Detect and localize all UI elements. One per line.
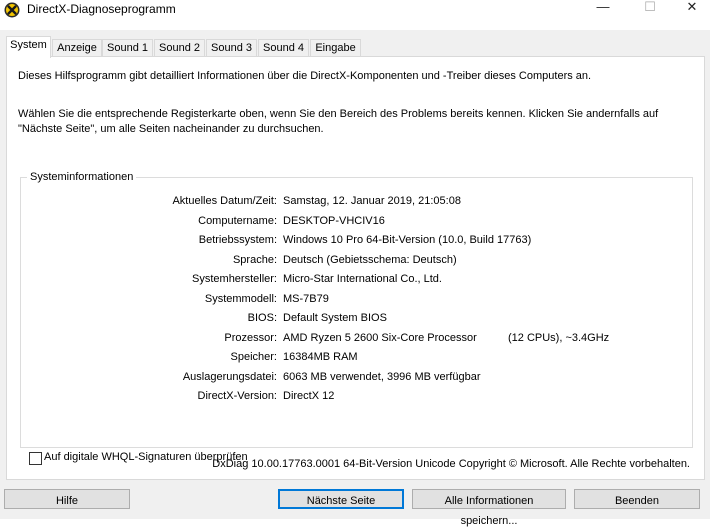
info-row-manufacturer: Systemhersteller: Micro-Star Internation… [21, 272, 681, 287]
info-row-memory: Speicher: 16384MB RAM [21, 350, 681, 365]
window-title: DirectX-Diagnoseprogramm [27, 2, 176, 16]
exit-button[interactable]: Beenden [574, 489, 700, 509]
info-row-date: Aktuelles Datum/Zeit: Samstag, 12. Janua… [21, 194, 681, 209]
info-label: Systemhersteller: [192, 273, 277, 285]
tab-sound-4[interactable]: Sound 4 [258, 39, 309, 56]
save-all-info-button[interactable]: Alle Informationen speichern... [412, 489, 566, 527]
minimize-button[interactable]: — [580, 0, 626, 18]
info-value: Micro-Star International Co., Ltd. [283, 273, 442, 285]
tab-sound-1[interactable]: Sound 1 [102, 39, 153, 56]
info-row-computername: Computername: DESKTOP-VHCIV16 [21, 214, 681, 229]
info-label: Auslagerungsdatei: [182, 371, 277, 383]
info-label: BIOS: [247, 312, 277, 324]
systeminformationen-group: Systeminformationen Aktuelles Datum/Zeit… [20, 170, 693, 448]
tab-system[interactable]: System [6, 36, 51, 58]
intro-text-1: Dieses Hilfsprogramm gibt detailliert In… [18, 70, 592, 82]
intro-text-2: Wählen Sie die entsprechende Registerkar… [18, 108, 659, 135]
info-row-model: Systemmodell: MS-7B79 [21, 292, 681, 307]
next-page-button[interactable]: Nächste Seite [278, 489, 404, 509]
info-value: Default System BIOS [283, 312, 387, 324]
directx-x-icon [4, 2, 20, 18]
tab-anzeige[interactable]: Anzeige [52, 39, 102, 56]
tab-eingabe[interactable]: Eingabe [310, 39, 361, 56]
info-label: Sprache: [232, 254, 277, 266]
info-value: DirectX 12 [283, 390, 335, 402]
tab-sound-2[interactable]: Sound 2 [154, 39, 205, 56]
info-label: Prozessor: [224, 332, 277, 344]
info-value: DESKTOP-VHCIV16 [283, 215, 385, 227]
info-value-cpus: (12 CPUs), ~3.4GHz [508, 332, 610, 344]
info-value: MS-7B79 [283, 293, 329, 305]
system-tab-panel: Dieses Hilfsprogramm gibt detailliert In… [6, 56, 705, 480]
maximize-button[interactable]: ☐ [627, 0, 673, 18]
info-row-pagefile: Auslagerungsdatei: 6063 MB verwendet, 39… [21, 370, 681, 385]
info-label: Systemmodell: [204, 293, 277, 305]
close-button[interactable]: ✕ [669, 0, 710, 18]
info-row-bios: BIOS: Default System BIOS [21, 311, 681, 326]
info-label: Speicher: [230, 351, 277, 363]
group-title: Systeminformationen [27, 170, 137, 185]
info-row-language: Sprache: Deutsch (Gebietsschema: Deutsch… [21, 253, 681, 268]
info-value: 16384MB RAM [283, 351, 358, 363]
info-value: 6063 MB verwendet, 3996 MB verfügbar [283, 371, 481, 383]
info-row-processor: Prozessor: AMD Ryzen 5 2600 Six-Core Pro… [21, 331, 681, 346]
info-row-directx: DirectX-Version: DirectX 12 [21, 389, 681, 404]
info-label: Computername: [198, 215, 277, 227]
help-button[interactable]: Hilfe [4, 489, 130, 509]
info-value: Deutsch (Gebietsschema: Deutsch) [283, 254, 457, 266]
info-label: DirectX-Version: [197, 390, 277, 402]
tab-sound-3[interactable]: Sound 3 [206, 39, 257, 56]
info-row-os: Betriebssystem: Windows 10 Pro 64-Bit-Ve… [21, 233, 681, 248]
copyright-footer: DxDiag 10.00.17763.0001 64-Bit-Version U… [212, 458, 690, 470]
dxdiag-window: System Anzeige Sound 1 Sound 2 Sound 3 S… [0, 30, 710, 527]
info-label: Betriebssystem: [198, 234, 277, 246]
title-bar: DirectX-Diagnoseprogramm — ☐ ✕ [0, 0, 710, 30]
info-value: Samstag, 12. Januar 2019, 21:05:08 [283, 195, 461, 207]
whql-checkbox[interactable] [29, 452, 42, 465]
info-label: Aktuelles Datum/Zeit: [172, 195, 277, 207]
info-value: Windows 10 Pro 64-Bit-Version (10.0, Bui… [283, 234, 532, 246]
info-value: AMD Ryzen 5 2600 Six-Core Processor [283, 332, 477, 344]
